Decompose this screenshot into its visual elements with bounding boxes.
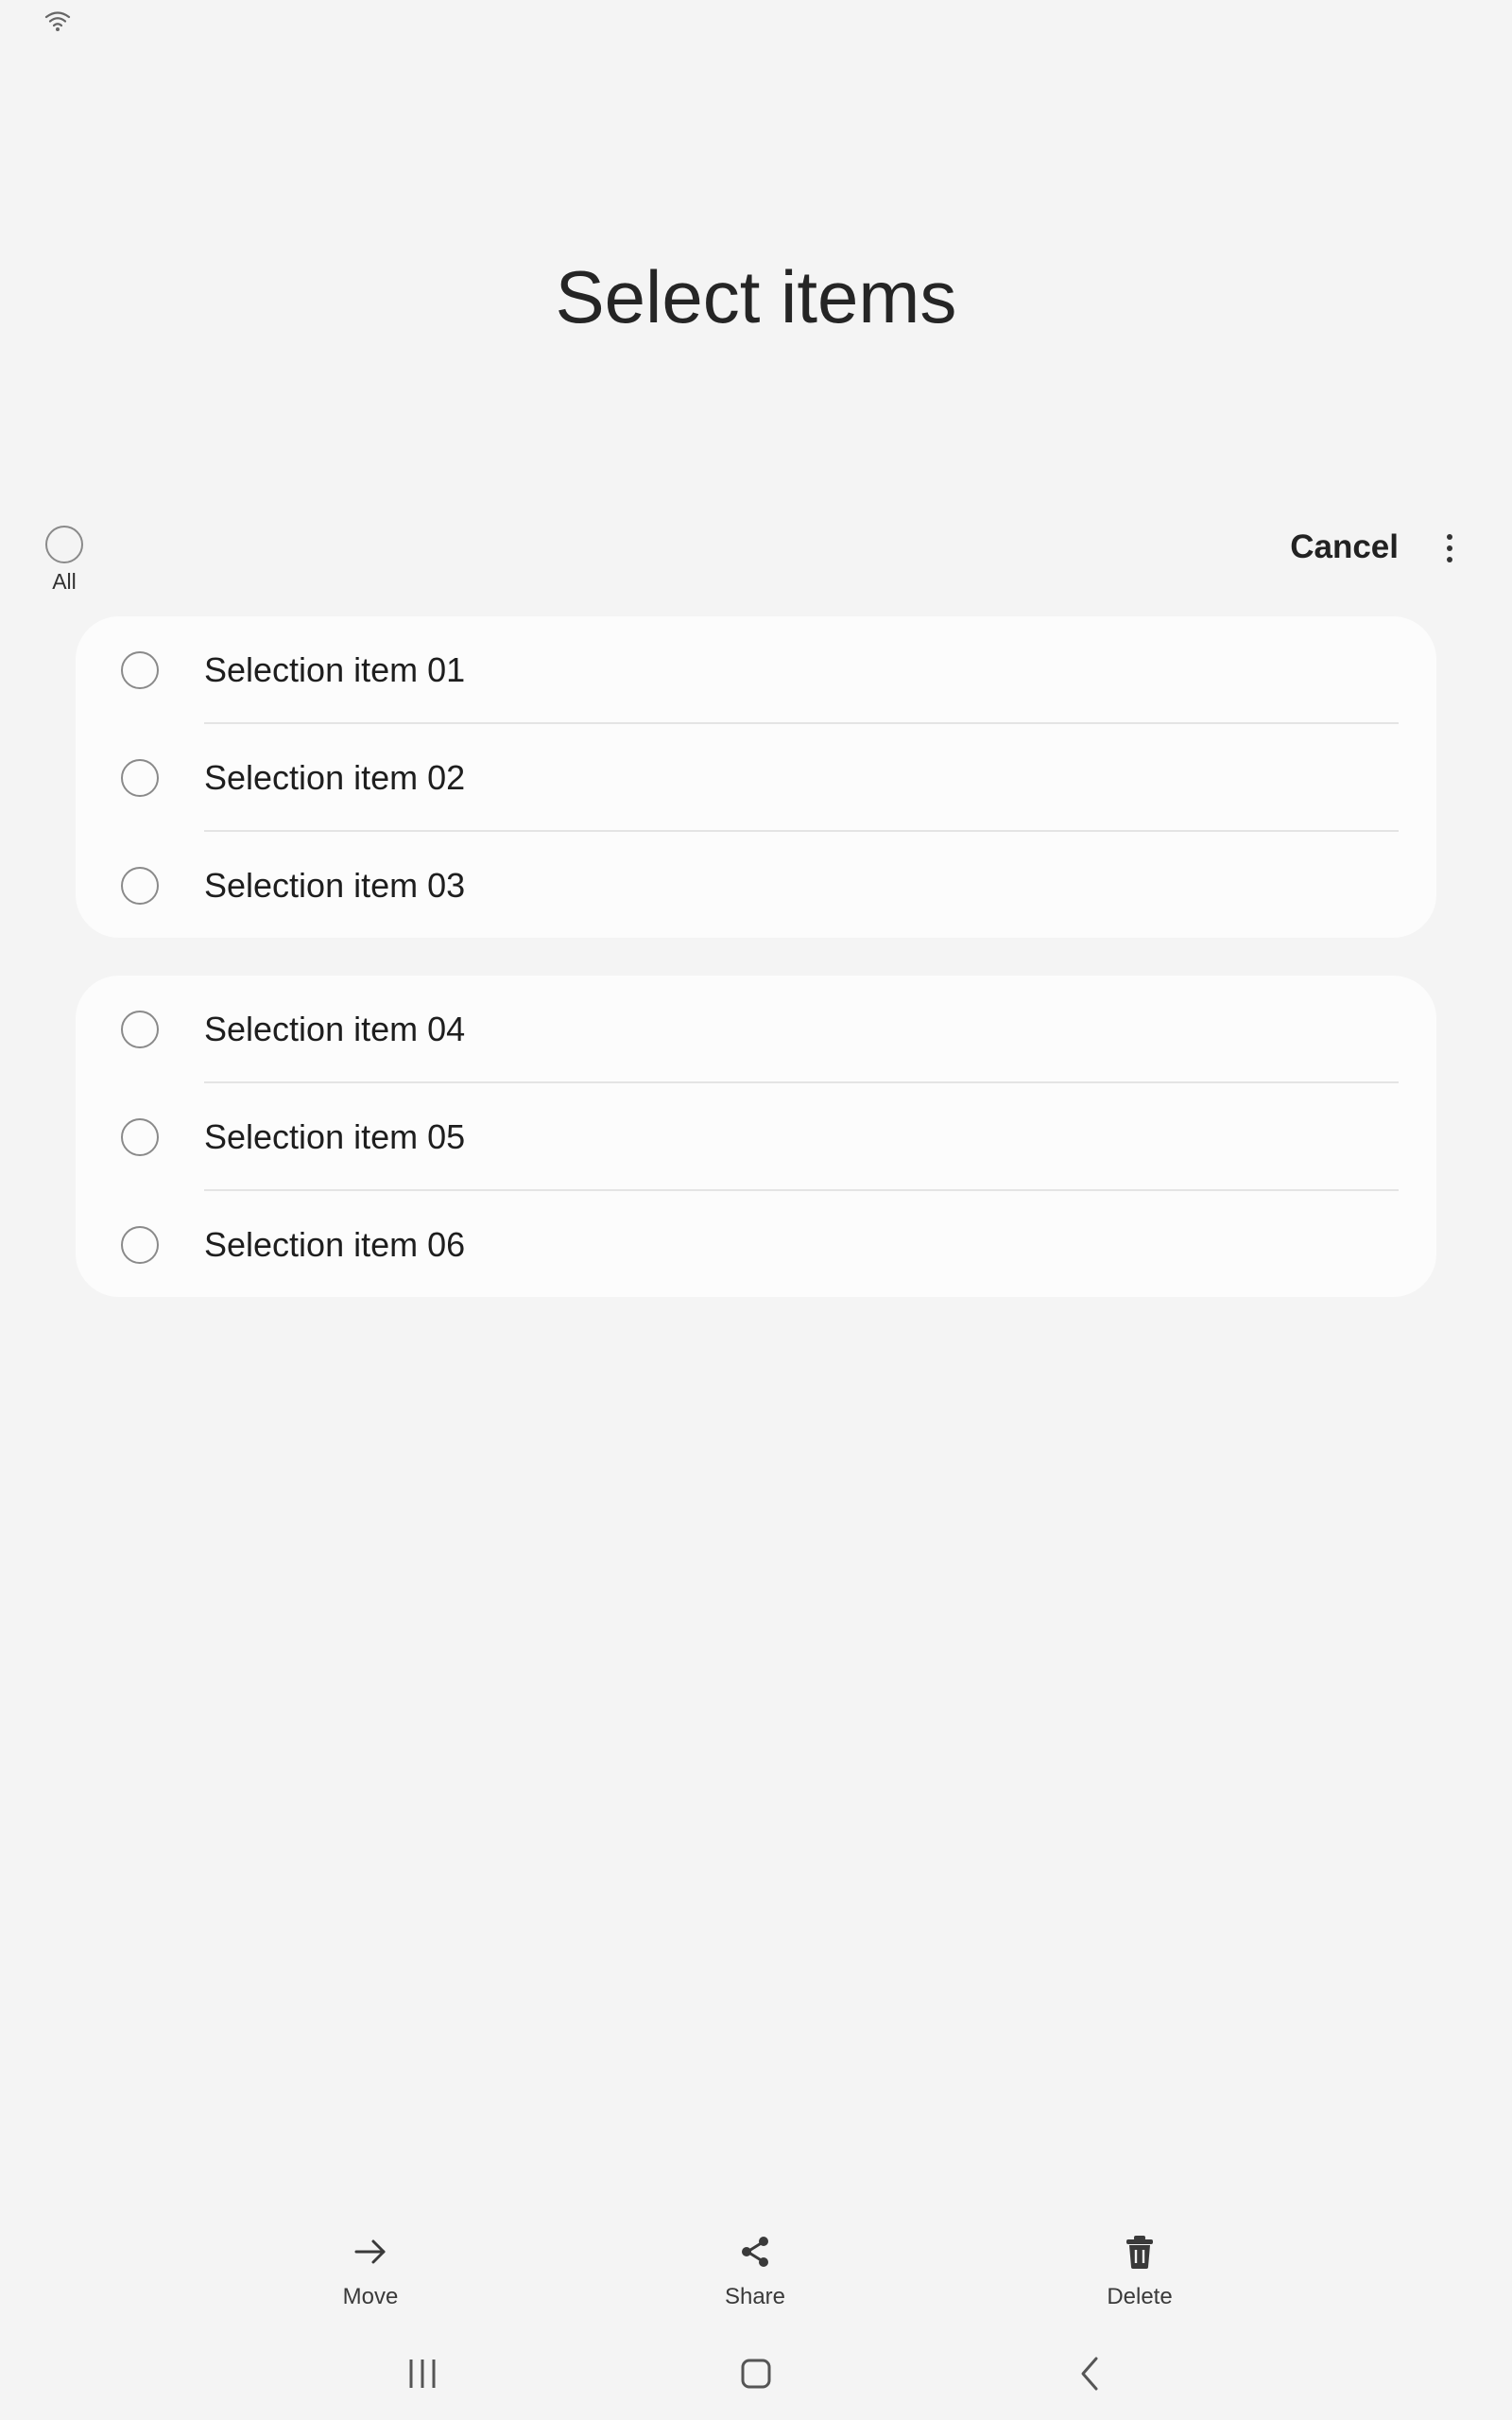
home-button[interactable]: [728, 2352, 784, 2395]
wifi-icon: [44, 11, 71, 31]
share-button[interactable]: Share: [661, 2223, 850, 2327]
trash-icon: [1126, 2236, 1153, 2269]
more-options-icon[interactable]: [1427, 526, 1472, 571]
recent-apps-icon: [409, 2360, 436, 2388]
item-label: Selection item 06: [204, 1225, 466, 1264]
item-label: Selection item 02: [204, 758, 466, 797]
cancel-button[interactable]: Cancel: [1290, 526, 1399, 569]
item-radio[interactable]: [121, 651, 159, 689]
item-radio[interactable]: [121, 867, 159, 905]
list-item[interactable]: Selection item 01: [76, 616, 1436, 724]
status-bar: [0, 0, 1512, 45]
arrow-right-icon: [354, 2239, 386, 2264]
item-radio[interactable]: [121, 1118, 159, 1156]
item-radio[interactable]: [121, 1226, 159, 1264]
list-item[interactable]: Selection item 05: [76, 1083, 1436, 1191]
move-button[interactable]: Move: [276, 2223, 465, 2327]
list-item[interactable]: Selection item 02: [76, 724, 1436, 832]
item-radio[interactable]: [121, 1011, 159, 1048]
selection-list-card: Selection item 04 Selection item 05 Sele…: [76, 976, 1436, 1297]
share-icon: [742, 2237, 768, 2267]
back-icon: [1081, 2357, 1098, 2391]
item-label: Selection item 05: [204, 1117, 466, 1156]
selection-list-card: Selection item 01 Selection item 02 Sele…: [76, 616, 1436, 938]
item-label: Selection item 03: [204, 866, 466, 905]
list-item[interactable]: Selection item 06: [76, 1191, 1436, 1299]
bottom-action-bar: Move Share Delete: [0, 2223, 1512, 2327]
select-all-checkbox[interactable]: All: [38, 522, 91, 597]
select-all-radio[interactable]: [45, 526, 83, 563]
item-radio[interactable]: [121, 759, 159, 797]
select-all-label: All: [52, 569, 77, 594]
back-button[interactable]: [1060, 2352, 1117, 2395]
move-label: Move: [342, 2284, 399, 2309]
delete-button[interactable]: Delete: [1045, 2223, 1234, 2327]
share-label: Share: [724, 2284, 786, 2309]
delete-label: Delete: [1107, 2284, 1173, 2309]
page-title: Select items: [555, 255, 957, 338]
navigation-bar: [0, 2335, 1512, 2411]
item-label: Selection item 01: [204, 650, 466, 689]
home-icon: [741, 2359, 771, 2389]
list-item[interactable]: Selection item 04: [76, 976, 1436, 1083]
list-item[interactable]: Selection item 03: [76, 832, 1436, 940]
recent-apps-button[interactable]: [394, 2352, 451, 2395]
item-label: Selection item 04: [204, 1010, 466, 1048]
